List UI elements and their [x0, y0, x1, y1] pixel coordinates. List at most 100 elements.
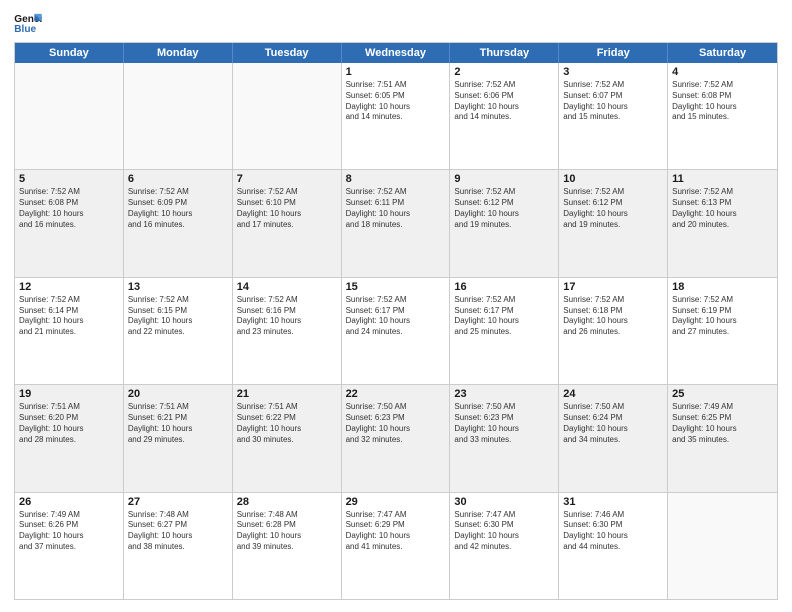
day-info: Sunrise: 7:52 AM Sunset: 6:11 PM Dayligh…: [346, 187, 446, 230]
calendar-cell: 29 Sunrise: 7:47 AM Sunset: 6:29 PM Dayli…: [342, 493, 451, 599]
calendar-cell: 6 Sunrise: 7:52 AM Sunset: 6:09 PM Daylig…: [124, 170, 233, 276]
calendar-cell: 25 Sunrise: 7:49 AM Sunset: 6:25 PM Dayli…: [668, 385, 777, 491]
calendar-cell: 27 Sunrise: 7:48 AM Sunset: 6:27 PM Dayli…: [124, 493, 233, 599]
day-number: 24: [563, 388, 663, 400]
calendar-cell: 21 Sunrise: 7:51 AM Sunset: 6:22 PM Dayli…: [233, 385, 342, 491]
day-number: 1: [346, 66, 446, 78]
day-number: 13: [128, 281, 228, 293]
calendar-header-cell: Wednesday: [342, 43, 451, 63]
day-number: 14: [237, 281, 337, 293]
calendar-cell: 3Sunrise: 7:52 AM Sunset: 6:07 PM Daylig…: [559, 63, 668, 169]
day-info: Sunrise: 7:52 AM Sunset: 6:14 PM Dayligh…: [19, 295, 119, 338]
calendar-cell: 20 Sunrise: 7:51 AM Sunset: 6:21 PM Dayli…: [124, 385, 233, 491]
day-info: Sunrise: 7:52 AM Sunset: 6:17 PM Dayligh…: [346, 295, 446, 338]
day-info: Sunrise: 7:52 AM Sunset: 6:09 PM Dayligh…: [128, 187, 228, 230]
day-info: Sunrise: 7:46 AM Sunset: 6:30 PM Dayligh…: [563, 510, 663, 553]
day-info: Sunrise: 7:52 AM Sunset: 6:12 PM Dayligh…: [563, 187, 663, 230]
day-number: 6: [128, 173, 228, 185]
day-number: 27: [128, 496, 228, 508]
calendar-cell: 15 Sunrise: 7:52 AM Sunset: 6:17 PM Dayli…: [342, 278, 451, 384]
calendar-cell: 18Sunrise: 7:52 AM Sunset: 6:19 PM Dayli…: [668, 278, 777, 384]
calendar-cell: 8 Sunrise: 7:52 AM Sunset: 6:11 PM Daylig…: [342, 170, 451, 276]
calendar-cell: 26 Sunrise: 7:49 AM Sunset: 6:26 PM Dayli…: [15, 493, 124, 599]
day-info: Sunrise: 7:48 AM Sunset: 6:28 PM Dayligh…: [237, 510, 337, 553]
day-info: Sunrise: 7:52 AM Sunset: 6:15 PM Dayligh…: [128, 295, 228, 338]
calendar-cell: 24 Sunrise: 7:50 AM Sunset: 6:24 PM Dayli…: [559, 385, 668, 491]
header: General Blue: [14, 12, 778, 34]
day-info: Sunrise: 7:52 AM Sunset: 6:06 PM Dayligh…: [454, 80, 554, 123]
calendar-row: 5Sunrise: 7:52 AM Sunset: 6:08 PM Daylig…: [15, 170, 777, 277]
day-info: Sunrise: 7:49 AM Sunset: 6:25 PM Dayligh…: [672, 402, 773, 445]
day-info: Sunrise: 7:49 AM Sunset: 6:26 PM Dayligh…: [19, 510, 119, 553]
calendar-header-cell: Friday: [559, 43, 668, 63]
calendar-cell: 2 Sunrise: 7:52 AM Sunset: 6:06 PM Daylig…: [450, 63, 559, 169]
calendar-cell: 12 Sunrise: 7:52 AM Sunset: 6:14 PM Dayli…: [15, 278, 124, 384]
calendar-header-cell: Saturday: [668, 43, 777, 63]
day-info: Sunrise: 7:50 AM Sunset: 6:23 PM Dayligh…: [454, 402, 554, 445]
day-number: 8: [346, 173, 446, 185]
logo: General Blue: [14, 12, 42, 34]
day-number: 31: [563, 496, 663, 508]
day-number: 28: [237, 496, 337, 508]
day-info: Sunrise: 7:52 AM Sunset: 6:18 PM Dayligh…: [563, 295, 663, 338]
page: General Blue SundayMondayTuesdayWednesda…: [0, 0, 792, 612]
calendar-header-cell: Sunday: [15, 43, 124, 63]
calendar-cell: 10 Sunrise: 7:52 AM Sunset: 6:12 PM Dayli…: [559, 170, 668, 276]
day-info: Sunrise: 7:52 AM Sunset: 6:08 PM Dayligh…: [672, 80, 773, 123]
day-number: 20: [128, 388, 228, 400]
calendar-row: 26 Sunrise: 7:49 AM Sunset: 6:26 PM Dayli…: [15, 493, 777, 599]
calendar-cell: 16Sunrise: 7:52 AM Sunset: 6:17 PM Dayli…: [450, 278, 559, 384]
day-info: Sunrise: 7:48 AM Sunset: 6:27 PM Dayligh…: [128, 510, 228, 553]
calendar-row: 19 Sunrise: 7:51 AM Sunset: 6:20 PM Dayli…: [15, 385, 777, 492]
day-number: 2: [454, 66, 554, 78]
day-info: Sunrise: 7:52 AM Sunset: 6:10 PM Dayligh…: [237, 187, 337, 230]
calendar-cell: [15, 63, 124, 169]
day-number: 15: [346, 281, 446, 293]
day-number: 4: [672, 66, 773, 78]
calendar-cell: [124, 63, 233, 169]
day-number: 30: [454, 496, 554, 508]
calendar-cell: 7 Sunrise: 7:52 AM Sunset: 6:10 PM Daylig…: [233, 170, 342, 276]
calendar-cell: 30 Sunrise: 7:47 AM Sunset: 6:30 PM Dayli…: [450, 493, 559, 599]
day-number: 21: [237, 388, 337, 400]
day-number: 10: [563, 173, 663, 185]
calendar-cell: 11 Sunrise: 7:52 AM Sunset: 6:13 PM Dayli…: [668, 170, 777, 276]
calendar-cell: 9Sunrise: 7:52 AM Sunset: 6:12 PM Daylig…: [450, 170, 559, 276]
day-number: 11: [672, 173, 773, 185]
day-number: 19: [19, 388, 119, 400]
calendar-cell: 22Sunrise: 7:50 AM Sunset: 6:23 PM Dayli…: [342, 385, 451, 491]
day-info: Sunrise: 7:51 AM Sunset: 6:20 PM Dayligh…: [19, 402, 119, 445]
calendar-body: 1Sunrise: 7:51 AM Sunset: 6:05 PM Daylig…: [15, 63, 777, 599]
calendar-header: SundayMondayTuesdayWednesdayThursdayFrid…: [15, 43, 777, 63]
day-info: Sunrise: 7:47 AM Sunset: 6:30 PM Dayligh…: [454, 510, 554, 553]
day-info: Sunrise: 7:52 AM Sunset: 6:16 PM Dayligh…: [237, 295, 337, 338]
calendar-cell: 4 Sunrise: 7:52 AM Sunset: 6:08 PM Daylig…: [668, 63, 777, 169]
day-info: Sunrise: 7:51 AM Sunset: 6:22 PM Dayligh…: [237, 402, 337, 445]
day-number: 29: [346, 496, 446, 508]
day-number: 22: [346, 388, 446, 400]
calendar-cell: 17 Sunrise: 7:52 AM Sunset: 6:18 PM Dayli…: [559, 278, 668, 384]
day-info: Sunrise: 7:52 AM Sunset: 6:19 PM Dayligh…: [672, 295, 773, 338]
day-info: Sunrise: 7:52 AM Sunset: 6:17 PM Dayligh…: [454, 295, 554, 338]
day-number: 9: [454, 173, 554, 185]
calendar-cell: 31 Sunrise: 7:46 AM Sunset: 6:30 PM Dayli…: [559, 493, 668, 599]
logo-icon: General Blue: [14, 12, 42, 34]
calendar-cell: 5Sunrise: 7:52 AM Sunset: 6:08 PM Daylig…: [15, 170, 124, 276]
calendar-cell: 23Sunrise: 7:50 AM Sunset: 6:23 PM Dayli…: [450, 385, 559, 491]
day-number: 25: [672, 388, 773, 400]
day-number: 26: [19, 496, 119, 508]
calendar-cell: 28 Sunrise: 7:48 AM Sunset: 6:28 PM Dayli…: [233, 493, 342, 599]
calendar-row: 12 Sunrise: 7:52 AM Sunset: 6:14 PM Dayli…: [15, 278, 777, 385]
day-number: 3: [563, 66, 663, 78]
calendar-header-cell: Monday: [124, 43, 233, 63]
day-info: Sunrise: 7:52 AM Sunset: 6:13 PM Dayligh…: [672, 187, 773, 230]
day-number: 17: [563, 281, 663, 293]
day-number: 12: [19, 281, 119, 293]
day-info: Sunrise: 7:51 AM Sunset: 6:21 PM Dayligh…: [128, 402, 228, 445]
day-number: 7: [237, 173, 337, 185]
calendar-header-cell: Tuesday: [233, 43, 342, 63]
day-info: Sunrise: 7:47 AM Sunset: 6:29 PM Dayligh…: [346, 510, 446, 553]
day-info: Sunrise: 7:50 AM Sunset: 6:24 PM Dayligh…: [563, 402, 663, 445]
calendar-header-cell: Thursday: [450, 43, 559, 63]
day-info: Sunrise: 7:52 AM Sunset: 6:08 PM Dayligh…: [19, 187, 119, 230]
